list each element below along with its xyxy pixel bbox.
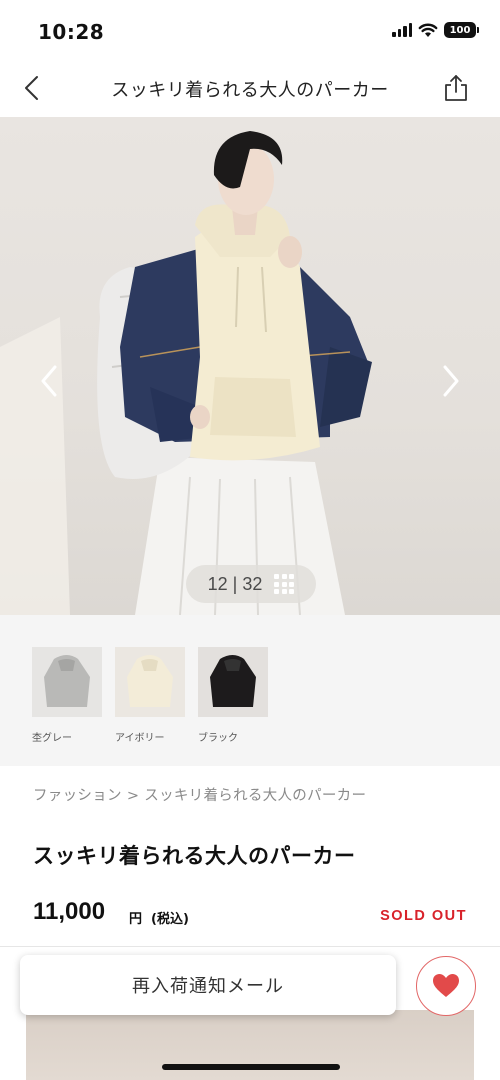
status-bar: 10:28 100 [0,0,500,62]
battery-icon: 100 [444,22,479,38]
chevron-left-icon [25,76,38,100]
battery-level: 100 [449,24,471,36]
nav-bar: スッキリ着られる大人のパーカー [0,62,500,116]
signal-icon [392,23,412,37]
swatch-label: アイボリー [115,733,165,744]
share-button[interactable] [440,72,472,104]
gallery-counter[interactable]: 12 | 32 [186,565,316,603]
gallery-next-button[interactable] [436,359,466,403]
favorite-button[interactable] [416,956,476,1016]
nav-title: スッキリ着られる大人のパーカー [111,80,389,101]
price-row: 11,000 円 (税込) SOLD OUT [33,898,467,934]
product-title: スッキリ着られる大人のパーカー [33,844,356,868]
product-image-gallery[interactable]: 12 | 32 [0,117,500,615]
color-swatch-panel: 杢グレー アイボリー ブラック [0,615,500,766]
price-currency: 円 [129,912,143,927]
swatch-image [115,647,185,717]
swatch-image [198,647,268,717]
stock-status-badge: SOLD OUT [380,908,467,924]
swatch-ivory[interactable]: アイボリー [115,647,187,744]
swatch-label: ブラック [198,733,238,744]
swatch-gray[interactable]: 杢グレー [32,647,104,744]
home-indicator [162,1064,340,1070]
breadcrumb-item-fashion[interactable]: ファッション [33,788,122,804]
product-photo [0,131,372,615]
grid-icon [274,574,295,594]
share-icon [445,75,467,101]
status-icons: 100 [392,22,479,38]
swatch-label: 杢グレー [32,733,72,744]
restock-notification-button[interactable]: 再入荷通知メール [20,955,396,1015]
back-button[interactable] [14,70,50,106]
chevron-right-icon [443,365,459,397]
breadcrumb-separator: > [126,788,140,804]
breadcrumb: ファッション > スッキリ着られる大人のパーカー [33,784,366,805]
swatch-image [32,647,102,717]
chevron-left-icon [41,365,57,397]
gallery-counter-text: 12 | 32 [207,573,263,594]
heart-icon [433,974,459,997]
price-amount: 11,000 [33,898,106,925]
breadcrumb-item-product[interactable]: スッキリ着られる大人のパーカー [144,788,366,804]
wifi-icon [418,23,438,37]
divider [0,946,500,947]
swatch-black[interactable]: ブラック [198,647,270,744]
gallery-prev-button[interactable] [34,359,64,403]
price-tax-note: (税込) [151,912,189,927]
status-time: 10:28 [38,20,105,44]
